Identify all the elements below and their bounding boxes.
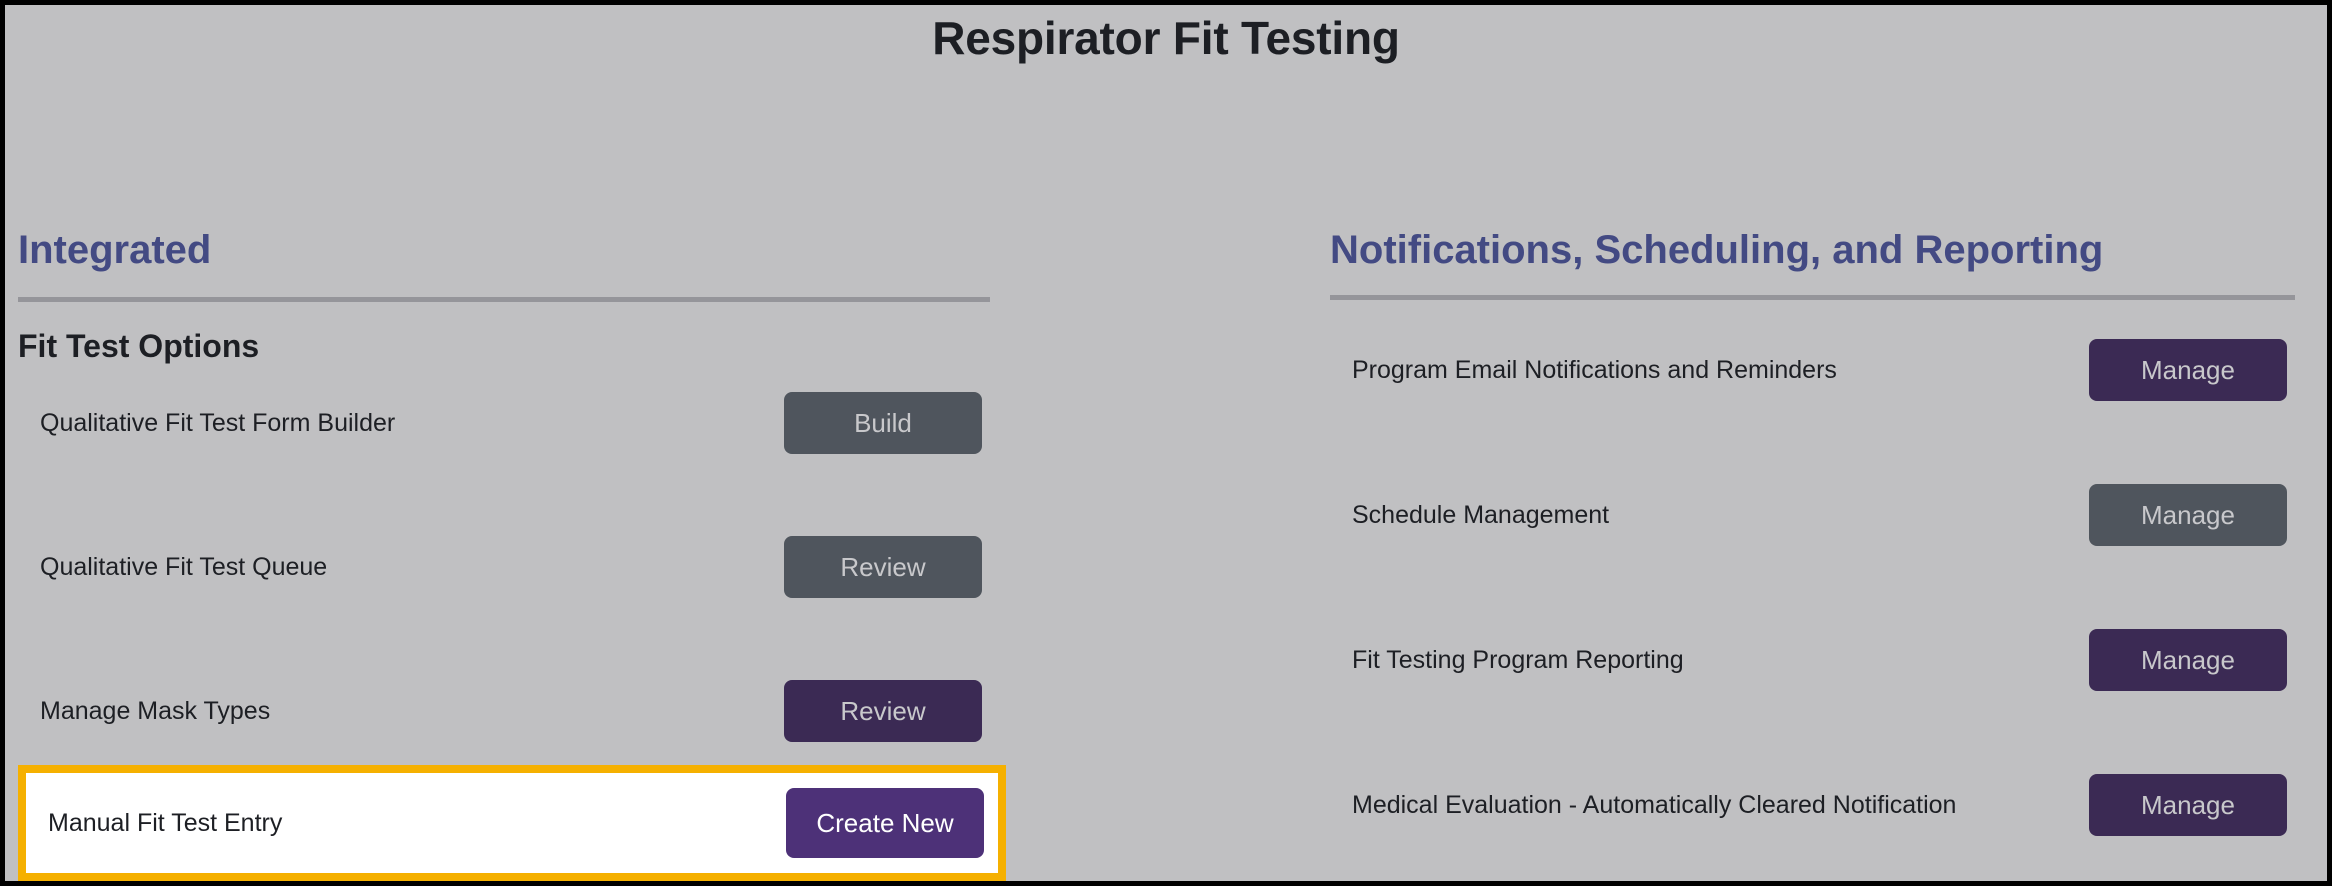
row-label: Qualitative Fit Test Form Builder	[40, 408, 396, 437]
notifications-heading: Notifications, Scheduling, and Reporting	[1330, 228, 2104, 272]
row-label: Manual Fit Test Entry	[48, 808, 283, 837]
integrated-column: Integrated Fit Test Options Qualitative …	[18, 227, 990, 819]
row-label: Medical Evaluation - Automatically Clear…	[1352, 790, 1957, 819]
list-item[interactable]: Manage Mask Types Review	[18, 675, 990, 747]
row-label: Qualitative Fit Test Queue	[40, 552, 328, 581]
list-item[interactable]: Medical Evaluation - Automatically Clear…	[1330, 769, 2295, 841]
notifications-divider	[1330, 295, 2295, 300]
page-title: Respirator Fit Testing	[932, 12, 1400, 64]
create-new-button[interactable]: Create New	[786, 788, 984, 858]
list-item[interactable]: Program Email Notifications and Reminder…	[1330, 334, 2295, 406]
manage-medical-evaluation-button[interactable]: Manage	[2089, 774, 2287, 836]
manage-program-reporting-button[interactable]: Manage	[2089, 629, 2287, 691]
row-label: Program Email Notifications and Reminder…	[1352, 355, 1837, 384]
list-item[interactable]: Qualitative Fit Test Form Builder Build	[18, 387, 990, 459]
list-item[interactable]: Qualitative Fit Test Queue Review	[18, 531, 990, 603]
row-label: Schedule Management	[1352, 500, 1610, 529]
row-label: Manage Mask Types	[40, 696, 271, 725]
notifications-list: Program Email Notifications and Reminder…	[1330, 334, 2295, 841]
page-body: Respirator Fit Testing Integrated Fit Te…	[5, 5, 2327, 881]
review-mask-types-button[interactable]: Review	[784, 680, 982, 742]
notifications-column: Notifications, Scheduling, and Reporting…	[1330, 227, 2295, 841]
integrated-divider	[18, 297, 990, 302]
manual-fit-test-entry-row[interactable]: Manual Fit Test Entry Create New	[18, 765, 1006, 881]
manage-email-notifications-button[interactable]: Manage	[2089, 339, 2287, 401]
build-button[interactable]: Build	[784, 392, 982, 454]
fit-test-options-list: Qualitative Fit Test Form Builder Build …	[18, 387, 990, 747]
integrated-heading: Integrated	[18, 228, 212, 272]
row-label: Fit Testing Program Reporting	[1352, 645, 1684, 674]
manage-schedule-button[interactable]: Manage	[2089, 484, 2287, 546]
list-item[interactable]: Fit Testing Program Reporting Manage	[1330, 624, 2295, 696]
app-window: Respirator Fit Testing Integrated Fit Te…	[0, 0, 2332, 886]
fit-test-options-heading: Fit Test Options	[18, 328, 260, 364]
list-item[interactable]: Schedule Management Manage	[1330, 479, 2295, 551]
review-queue-button[interactable]: Review	[784, 536, 982, 598]
